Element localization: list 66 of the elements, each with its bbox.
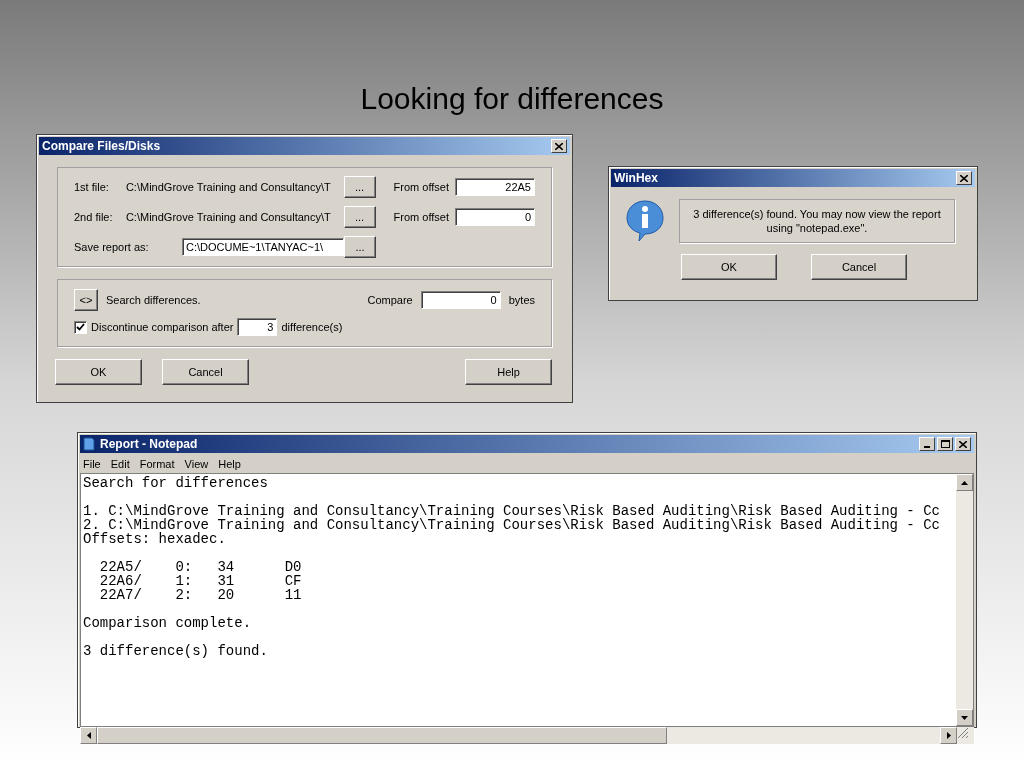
maximize-button[interactable] [937,437,953,451]
menu-item[interactable]: Format [134,455,180,473]
message-text: 3 difference(s) found. You may now view the report using "notepad.exe". [679,199,955,243]
field-label: From offset [393,179,449,195]
up-arrow-icon [961,480,968,485]
left-arrow-icon [86,732,91,739]
menu-item[interactable]: File [78,455,106,473]
text-line: Search for differences [83,476,269,490]
browse-button[interactable]: ... [344,236,376,258]
offset-field[interactable]: 22A5 [455,178,535,196]
field-label: Save report as: [74,239,150,255]
browse-button[interactable]: ... [343,206,376,228]
scroll-down-button[interactable] [956,709,973,726]
text-line: 22A6/ 1: 31 CF [98,574,303,588]
dialog-button[interactable]: Cancel [162,359,249,385]
dialog-button[interactable]: Cancel [811,254,907,280]
close-button[interactable] [956,171,972,185]
scroll-left-button[interactable] [80,727,97,744]
maximize-icon [940,440,950,448]
menu-item[interactable]: View [179,455,214,473]
text-line: 3 difference(s) found. [83,644,269,658]
menu-item[interactable]: Edit [105,455,135,473]
text-line: 22A7/ 2: 20 11 [98,588,303,602]
offset-field[interactable]: 0 [455,208,535,226]
close-icon [959,440,967,448]
suffix-label: difference(s) [281,319,343,335]
field-label: From offset [393,209,449,225]
checkbox-label: Discontinue comparison after [91,319,234,335]
window-title: Compare Files/Disks [42,138,162,155]
dialog-button[interactable]: OK [681,254,777,280]
compare-label: Compare [367,292,413,308]
scroll-thumb[interactable] [97,727,667,744]
dialog-button[interactable]: OK [55,359,142,385]
bytes-label: bytes [508,292,535,308]
notepad-icon [83,437,95,451]
scroll-up-button[interactable] [956,474,973,491]
text-line: Comparison complete. [83,616,253,630]
text-line: Offsets: hexadec. [83,532,226,546]
checkbox[interactable] [74,320,87,334]
search-label: Search differences. [106,292,201,308]
browse-button[interactable]: ... [343,176,376,198]
info-icon [625,199,665,243]
menu-item[interactable]: Help [213,455,246,473]
close-icon [555,142,563,150]
text-line: 22A5/ 0: 34 D0 [98,560,303,574]
window-title: WinHex [614,170,659,187]
window-title: Report - Notepad [100,436,199,453]
close-button[interactable] [551,139,567,153]
file-path: C:\MindGrove Training and Consultancy\T [125,209,332,225]
dialog-button[interactable]: Help [465,359,552,385]
right-arrow-icon [946,732,951,739]
file-path: C:\MindGrove Training and Consultancy\T [125,179,332,195]
search-button[interactable]: <> [74,289,98,311]
field-label: 1st file: [74,179,110,195]
close-button[interactable] [955,437,971,451]
text-line: 1. C:\MindGrove Training and Consultancy\Training Courses\Risk Based Auditing\Risk Based Auditing - Cc [83,504,941,518]
field-label: 2nd file: [74,209,114,225]
close-icon [960,174,968,182]
minimize-button[interactable] [919,437,935,451]
compare-field[interactable]: 0 [420,291,501,309]
report-path-field[interactable]: C:\DOCUME~1\TANYAC~1\ [182,238,344,256]
slide-title: Looking for differences [359,81,665,117]
scroll-right-button[interactable] [940,727,957,744]
count-field[interactable]: 3 [237,318,278,336]
text-line: 2. C:\MindGrove Training and Consultancy\Training Courses\Risk Based Auditing\Risk Based Auditing - Cc [83,518,941,532]
down-arrow-icon [961,715,968,720]
